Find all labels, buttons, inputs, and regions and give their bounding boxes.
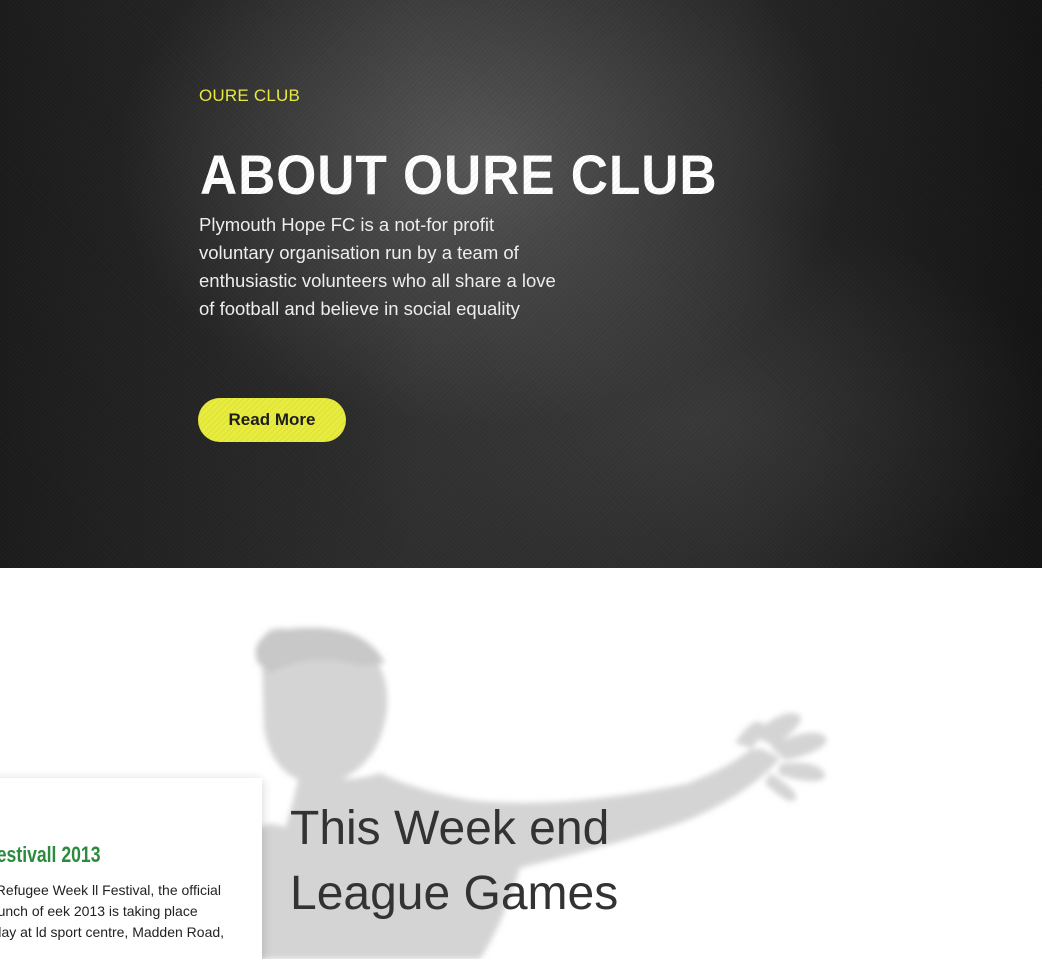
news-card[interactable]: 3 Festivall 2013 ymouth Refugee Week ll … [0, 778, 262, 959]
hero-description: Plymouth Hope FC is a not-for profit vol… [199, 214, 556, 319]
read-more-button[interactable]: Read More [198, 398, 346, 442]
league-games-title: This Week end League Games [290, 802, 619, 920]
news-title[interactable]: Festivall 2013 [0, 842, 100, 868]
news-excerpt: ymouth Refugee Week ll Festival, the off… [0, 882, 225, 940]
about-club-hero: OURE CLUB ABOUT OURE CLUB Plymouth Hope … [0, 0, 1042, 568]
hero-eyebrow: OURE CLUB [199, 86, 300, 105]
hero-title: ABOUT OURE CLUB [200, 143, 718, 206]
league-games-section: 3 Festivall 2013 ymouth Refugee Week ll … [0, 568, 1042, 959]
